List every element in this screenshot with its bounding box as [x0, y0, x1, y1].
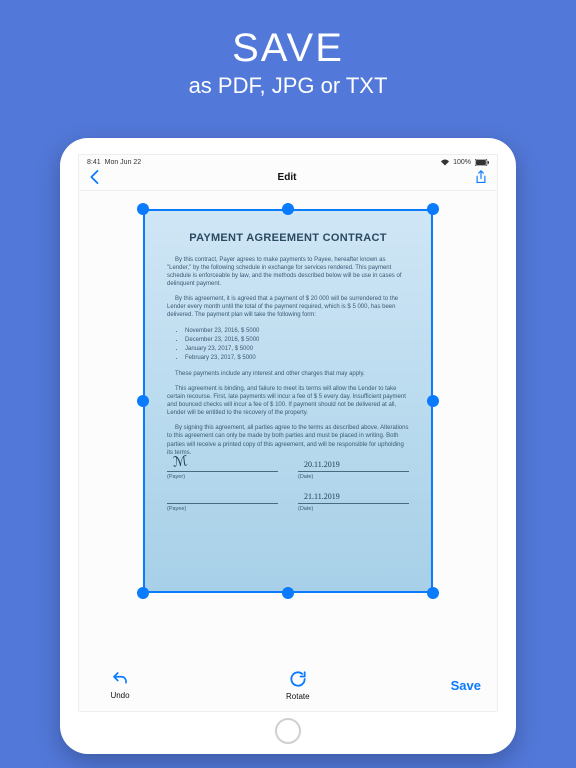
- signature-date-value: 20.11.2019: [304, 460, 340, 471]
- bottom-toolbar: Undo Rotate Save: [79, 661, 497, 711]
- undo-icon: [110, 670, 130, 688]
- signature-date-value: 21.11.2019: [304, 492, 340, 503]
- doc-paragraph: These payments include any interest and …: [167, 370, 409, 378]
- save-button[interactable]: Save: [451, 678, 481, 693]
- undo-label: Undo: [110, 691, 129, 700]
- undo-button[interactable]: Undo: [95, 670, 145, 700]
- crop-handle-bottom-left[interactable]: [137, 587, 149, 599]
- doc-paragraph: By this agreement, it is agreed that a p…: [167, 295, 409, 319]
- signature-mark: ℳ: [172, 453, 189, 473]
- signature-date: 20.11.2019 (Date): [298, 471, 409, 481]
- signature-payee: (Payee): [167, 503, 278, 513]
- crop-handle-mid-right[interactable]: [427, 395, 439, 407]
- doc-list-item: November 23, 2016, $ 5000: [185, 327, 409, 335]
- battery-percent: 100%: [453, 159, 471, 166]
- crop-handle-top-right[interactable]: [427, 203, 439, 215]
- promo-subtitle: as PDF, JPG or TXT: [0, 73, 576, 99]
- doc-paragraph: By this contract, Payer agrees to make p…: [167, 256, 409, 288]
- rotate-button[interactable]: Rotate: [273, 669, 323, 701]
- crop-handle-top-left[interactable]: [137, 203, 149, 215]
- canvas-area: PAYMENT AGREEMENT CONTRACT By this contr…: [79, 191, 497, 661]
- share-button[interactable]: [475, 170, 487, 184]
- doc-list-item: January 23, 2017, $ 5000: [185, 345, 409, 353]
- doc-paragraph: By signing this agreement, all parties a…: [167, 424, 409, 456]
- doc-title: PAYMENT AGREEMENT CONTRACT: [167, 231, 409, 246]
- crop-handle-bottom-mid[interactable]: [282, 587, 294, 599]
- battery-icon: [475, 159, 489, 166]
- signature-date: 21.11.2019 (Date): [298, 503, 409, 513]
- tablet-frame: 8:41 Mon Jun 22 100% Edit: [60, 138, 516, 754]
- home-button[interactable]: [275, 718, 301, 744]
- doc-paragraph: This agreement is binding, and failure t…: [167, 385, 409, 417]
- status-time: 8:41: [87, 159, 101, 166]
- doc-list: November 23, 2016, $ 5000 December 23, 2…: [185, 327, 409, 362]
- status-bar: 8:41 Mon Jun 22 100%: [79, 155, 497, 166]
- nav-title: Edit: [278, 172, 297, 183]
- nav-bar: Edit: [79, 166, 497, 191]
- rotate-icon: [287, 669, 309, 689]
- signature-payer: ℳ (Payer): [167, 471, 278, 481]
- status-date: Mon Jun 22: [105, 159, 142, 166]
- doc-list-item: February 23, 2017, $ 5000: [185, 354, 409, 362]
- back-button[interactable]: [89, 170, 99, 184]
- crop-handle-mid-left[interactable]: [137, 395, 149, 407]
- rotate-label: Rotate: [286, 692, 310, 701]
- wifi-icon: [441, 159, 449, 166]
- doc-list-item: December 23, 2016, $ 5000: [185, 336, 409, 344]
- app-screen: 8:41 Mon Jun 22 100% Edit: [78, 154, 498, 712]
- promo-title: SAVE: [0, 26, 576, 71]
- scanned-document: PAYMENT AGREEMENT CONTRACT By this contr…: [143, 209, 433, 593]
- crop-handle-top-mid[interactable]: [282, 203, 294, 215]
- crop-frame[interactable]: PAYMENT AGREEMENT CONTRACT By this contr…: [143, 209, 433, 593]
- crop-handle-bottom-right[interactable]: [427, 587, 439, 599]
